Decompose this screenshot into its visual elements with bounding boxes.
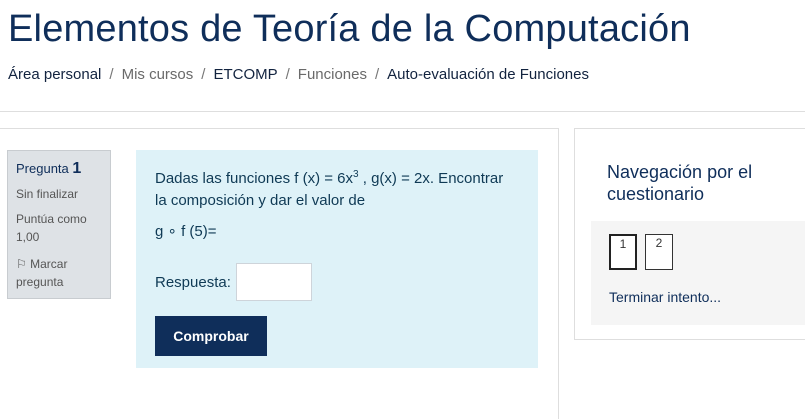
- answer-row: Respuesta:: [155, 263, 312, 301]
- breadcrumb-separator: /: [375, 66, 380, 83]
- flag-icon: ⚐: [16, 257, 27, 271]
- quiz-navigation-title: Navegación por el cuestionario: [607, 162, 753, 204]
- question-grade: Puntúa como 1,00: [16, 212, 87, 244]
- answer-label: Respuesta:: [155, 273, 231, 291]
- question-state: Sin finalizar: [16, 187, 79, 201]
- quiz-navigation-block: Navegación por el cuestionario 1 2 Termi…: [574, 128, 805, 340]
- question-number-line: Pregunta 1: [16, 160, 102, 178]
- check-button[interactable]: Comprobar: [155, 316, 267, 356]
- question-number: 1: [72, 160, 82, 177]
- question-content: Dadas las funciones f (x) = 6x3 , g(x) =…: [136, 150, 538, 368]
- question-prefix: Pregunta: [16, 161, 69, 176]
- page-title: Elementos de Teoría de la Computación: [8, 8, 691, 50]
- answer-input[interactable]: [235, 263, 312, 301]
- question-nav-button-1[interactable]: 1: [609, 234, 637, 270]
- breadcrumb-my-courses[interactable]: Mis cursos: [122, 66, 194, 83]
- question-expression: g ∘ f (5)=: [155, 223, 217, 240]
- breadcrumb-course[interactable]: ETCOMP: [213, 66, 277, 83]
- question-text: Dadas las funciones f (x) = 6x3 , g(x) =…: [155, 164, 519, 212]
- question-text-part1: Dadas las funciones f (x) = 6x: [155, 170, 354, 187]
- breadcrumb: Área personal / Mis cursos / ETCOMP / Funcione…: [8, 66, 589, 83]
- breadcrumb-separator: /: [201, 66, 206, 83]
- quiz-navigation-body: 1 2 Terminar intento...: [591, 221, 805, 325]
- question-info: Pregunta 1 Sin finalizar Puntúa como 1,0…: [7, 150, 111, 299]
- finish-attempt-link[interactable]: Terminar intento...: [609, 289, 721, 305]
- breadcrumb-separator: /: [109, 66, 114, 83]
- flag-question-link[interactable]: ⚐ Marcar pregunta: [16, 255, 102, 291]
- breadcrumb-section[interactable]: Funciones: [298, 66, 367, 83]
- breadcrumb-quiz[interactable]: Auto-evaluación de Funciones: [387, 66, 589, 83]
- header-divider: [0, 111, 805, 112]
- question-nav-button-2[interactable]: 2: [645, 234, 673, 270]
- breadcrumb-home[interactable]: Área personal: [8, 66, 101, 83]
- breadcrumb-separator: /: [285, 66, 290, 83]
